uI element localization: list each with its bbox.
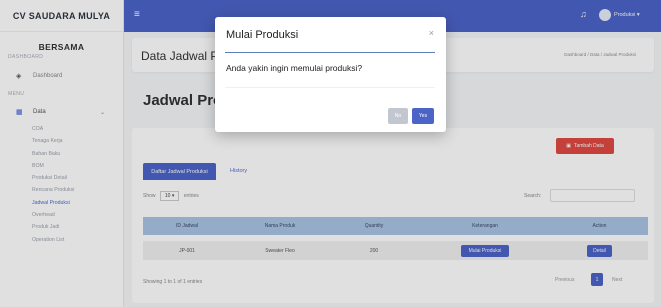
close-icon[interactable]: × <box>429 28 434 38</box>
modal-message: Anda yakin ingin memulai produksi? <box>226 63 363 73</box>
no-button[interactable]: No <box>388 108 408 124</box>
confirm-modal: Mulai Produksi × Anda yakin ingin memula… <box>215 17 446 132</box>
yes-button[interactable]: Yes <box>412 108 434 124</box>
modal-divider <box>225 52 435 53</box>
modal-title: Mulai Produksi <box>226 29 299 41</box>
modal-footer-divider <box>225 87 435 88</box>
